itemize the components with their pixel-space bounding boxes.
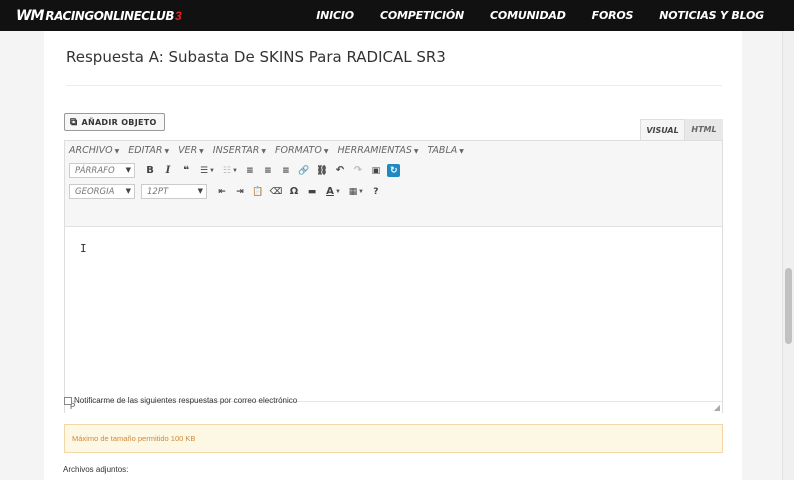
help-icon[interactable]: ? [367, 184, 385, 200]
unlink-icon[interactable]: ⛓ [313, 163, 331, 179]
chevron-down-icon: ▼ [114, 148, 120, 155]
site-logo[interactable]: WM RACINGONLINECLUB 3 [16, 5, 182, 26]
tab-html[interactable]: HTML [685, 119, 723, 140]
chevron-down-icon: ▼ [413, 148, 419, 155]
outdent-icon[interactable]: ⇤ [213, 184, 231, 200]
nav-foros[interactable]: FOROS [592, 9, 634, 22]
menu-ver[interactable]: VER ▼ [178, 145, 204, 156]
chevron-down-icon: ▼ [459, 148, 464, 155]
paragraph-format-select[interactable]: PÁRRAFO ▼ [69, 163, 135, 178]
page-title: Respuesta A: Subasta De SKINS Para RADIC… [66, 48, 446, 66]
font-size-value: 12PT [147, 186, 169, 197]
main-nav: INICIO COMPETICIÓN COMUNIDAD FOROS NOTIC… [290, 0, 764, 31]
font-size-select[interactable]: 12PT ▼ [141, 184, 207, 199]
paste-text-icon[interactable]: 📋 [249, 184, 267, 200]
menu-editar[interactable]: EDITAR ▼ [128, 145, 169, 156]
title-divider [66, 85, 722, 86]
max-size-text: Máximo de tamaño permitido 100 KB [72, 434, 196, 443]
nav-inicio[interactable]: INICIO [316, 9, 354, 22]
scrollbar-thumb[interactable] [785, 268, 792, 344]
page-scrollbar[interactable] [782, 31, 794, 480]
paragraph-format-value: PÁRRAFO [75, 165, 115, 176]
notify-option: Notificarme de las siguientes respuestas… [64, 396, 297, 405]
align-right-icon[interactable]: ≡ [277, 163, 295, 179]
indent-icon[interactable]: ⇥ [231, 184, 249, 200]
font-family-select[interactable]: GEORGIA ▼ [69, 184, 135, 199]
add-object-label: AÑADIR OBJETO [81, 117, 157, 127]
undo-icon[interactable]: ↶ [331, 163, 349, 179]
chevron-down-icon: ▼ [261, 148, 266, 155]
redo-icon[interactable]: ↷ [349, 163, 367, 179]
attachments-label: Archivos adjuntos: [63, 465, 129, 474]
font-family-value: GEORGIA [75, 186, 115, 197]
nav-comunidad[interactable]: COMUNIDAD [490, 9, 566, 22]
blockquote-icon[interactable]: ❝ [177, 163, 195, 179]
logo-text: RACINGONLINECLUB [45, 8, 174, 23]
menu-formato[interactable]: FORMATO ▼ [275, 145, 328, 156]
notify-label[interactable]: Notificarme de las siguientes respuestas… [74, 396, 297, 405]
resize-handle-icon[interactable]: ◢ [714, 403, 720, 412]
italic-icon[interactable]: I [159, 163, 177, 179]
menu-herramientas[interactable]: HERRAMIENTAS ▼ [337, 145, 418, 156]
logo-suffix: 3 [174, 8, 182, 23]
dropdown-arrow-icon: ▼ [125, 187, 131, 195]
nav-competicion[interactable]: COMPETICIÓN [380, 9, 464, 22]
chevron-down-icon: ▼ [164, 148, 170, 155]
rich-text-editor: ARCHIVO ▼ EDITAR ▼ VER ▼ INSERTAR ▼ FORMATO ▼… [64, 140, 723, 413]
max-size-notice: Máximo de tamaño permitido 100 KB [64, 424, 723, 453]
menu-tabla[interactable]: TABLA ▼ [428, 145, 464, 156]
editor-content-area[interactable]: I [65, 226, 722, 401]
align-left-icon[interactable]: ≡ [241, 163, 259, 179]
logo-mark: WM [16, 7, 44, 24]
reply-form-card: Respuesta A: Subasta De SKINS Para RADIC… [44, 31, 742, 480]
editor-menubar: ARCHIVO ▼ EDITAR ▼ VER ▼ INSERTAR ▼ FORMATO ▼… [65, 141, 722, 160]
chevron-down-icon: ▼ [199, 148, 204, 155]
chevron-down-icon[interactable]: ▼ [232, 168, 238, 174]
add-object-button[interactable]: ⧉ AÑADIR OBJETO [64, 113, 165, 131]
chevron-down-icon[interactable]: ▼ [335, 189, 341, 195]
align-center-icon[interactable]: ≡ [259, 163, 277, 179]
image-icon[interactable]: ▣ [367, 163, 385, 179]
special-character-icon[interactable]: Ω [285, 184, 303, 200]
chevron-down-icon[interactable]: ▼ [358, 189, 364, 195]
menu-insertar[interactable]: INSERTAR ▼ [213, 145, 266, 156]
toolbar-row-3 [65, 202, 722, 226]
text-cursor-icon: I [80, 242, 87, 255]
nav-noticias-blog[interactable]: NOTICIAS Y BLOG [659, 9, 764, 22]
add-media-icon: ⧉ [70, 116, 78, 128]
clear-formatting-icon[interactable]: ⌫ [267, 184, 285, 200]
horizontal-rule-icon[interactable]: ▬ [303, 184, 321, 200]
notify-checkbox[interactable] [64, 396, 72, 405]
dropdown-arrow-icon: ▼ [197, 187, 203, 195]
refresh-icon[interactable]: ↻ [385, 163, 403, 179]
menu-archivo[interactable]: ARCHIVO ▼ [69, 145, 119, 156]
tab-visual[interactable]: VISUAL [640, 119, 685, 140]
toolbar-row-1: PÁRRAFO ▼ B I ❝ ☰ ▼ ☷ ▼ ≡ ≡ ≡ 🔗 ⛓ ↶ ↷ ▣ … [65, 160, 722, 181]
chevron-down-icon: ▼ [323, 148, 329, 155]
link-icon[interactable]: 🔗 [295, 163, 313, 179]
top-navigation-bar: WM RACINGONLINECLUB 3 INICIO COMPETICIÓN… [0, 0, 794, 31]
chevron-down-icon[interactable]: ▼ [209, 168, 215, 174]
bold-icon[interactable]: B [141, 163, 159, 179]
toolbar-row-2: GEORGIA ▼ 12PT ▼ ⇤ ⇥ 📋 ⌫ Ω ▬ A ▼ ▦ ▼ ? [65, 181, 722, 202]
dropdown-arrow-icon: ▼ [125, 166, 131, 174]
